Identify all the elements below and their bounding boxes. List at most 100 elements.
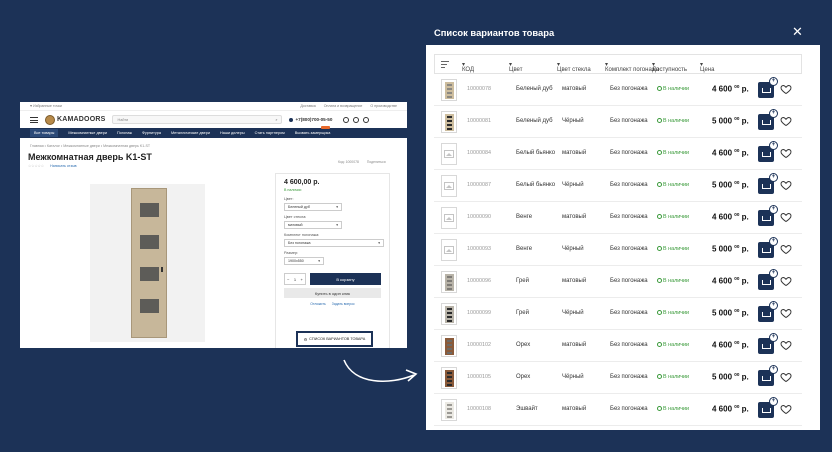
search-input[interactable]: Найти ⌕ <box>112 115 283 124</box>
column-price[interactable]: Цена ▾ <box>700 61 714 73</box>
kit-select[interactable]: Без погонажа ▾ <box>284 239 384 247</box>
heart-icon[interactable] <box>780 179 792 191</box>
chevron-down-icon: ▾ <box>336 205 338 209</box>
add-to-cart-icon[interactable] <box>758 173 778 194</box>
save-for-later-link[interactable]: Отложить <box>310 302 325 306</box>
add-to-cart-icon[interactable] <box>758 141 778 162</box>
one-click-buy-button[interactable]: Купить в один клик <box>284 288 381 298</box>
add-to-cart-button[interactable]: В корзину <box>310 273 381 285</box>
nav-partner[interactable]: Стать партнером <box>255 131 285 135</box>
variant-thumbnail[interactable] <box>441 303 457 325</box>
placeholder-image-icon <box>441 207 457 229</box>
heart-icon[interactable] <box>780 275 792 287</box>
add-to-cart-icon[interactable] <box>758 109 778 130</box>
column-code[interactable]: КОД ▾ <box>462 61 474 73</box>
glass-select[interactable]: матовый ▾ <box>284 221 342 229</box>
variant-glass: Чёрный <box>562 118 584 124</box>
heart-icon[interactable] <box>780 371 792 383</box>
heart-icon[interactable] <box>780 211 792 223</box>
heart-icon[interactable] <box>780 243 792 255</box>
column-glass[interactable]: Цвет стекла ▾ <box>557 61 591 73</box>
variant-color: Орех <box>516 374 531 380</box>
quantity-stepper[interactable]: −1 + <box>284 273 306 285</box>
variant-thumbnail[interactable] <box>441 79 457 101</box>
chevron-down-icon: ▾ <box>318 259 320 263</box>
close-icon[interactable]: ✕ <box>792 25 803 38</box>
heart-icon[interactable] <box>780 403 792 415</box>
heart-icon[interactable] <box>780 83 792 95</box>
nav-dealers[interactable]: Наши дилеры <box>220 131 245 135</box>
table-row: 10000099 Грей Чёрный Без погонажа В наличии 5… <box>434 298 802 330</box>
variant-code: 10000105 <box>467 374 491 380</box>
availability-badge: В наличии <box>657 118 689 124</box>
buy-box: 4 600,00 р. В наличии Цвет: Беленый дуб ▾… <box>275 173 390 348</box>
add-to-cart-icon[interactable] <box>758 365 778 386</box>
chevron-down-icon: ▾ <box>378 241 380 245</box>
variant-kit: Без погонажа <box>610 342 648 348</box>
nav-measurer[interactable]: Вызвать замерщика <box>295 131 331 135</box>
variant-kit: Без погонажа <box>610 246 648 252</box>
user-icon[interactable] <box>353 116 360 123</box>
door-image <box>131 188 167 338</box>
topbar-link-production[interactable]: О производстве <box>370 104 397 108</box>
add-to-cart-icon[interactable] <box>758 301 778 322</box>
phone-number[interactable]: +7(800)700-05-50 <box>289 117 332 122</box>
availability-badge: В наличии <box>657 182 689 188</box>
color-select[interactable]: Беленый дуб ▾ <box>284 203 342 211</box>
add-to-cart-icon[interactable] <box>758 205 778 226</box>
variant-thumbnail[interactable] <box>441 367 457 389</box>
add-to-cart-icon[interactable] <box>758 77 778 98</box>
table-row: 10000078 Беленый дуб матовый Без погонажа В … <box>434 74 802 106</box>
heart-icon[interactable] <box>780 147 792 159</box>
variant-color: Орех <box>516 342 531 348</box>
nav-metal-doors[interactable]: Металлические двери <box>171 131 210 135</box>
table-row: 10000084 Белый бьянко матовый Без погонажа В… <box>434 138 802 170</box>
add-to-cart-icon[interactable] <box>758 397 778 418</box>
product-code: Код: 1000078 <box>338 160 359 164</box>
variant-thumbnail[interactable] <box>441 335 457 357</box>
ask-question-link[interactable]: Задать вопрос <box>332 302 355 306</box>
column-kit[interactable]: Комплект погонажа ▾ <box>605 61 659 73</box>
variant-thumbnail[interactable] <box>441 271 457 293</box>
column-availability[interactable]: Доступность ▾ <box>652 61 687 73</box>
share-link[interactable]: Поделиться <box>367 160 386 164</box>
topbar-link-payment[interactable]: Оплата и возвращение <box>324 104 363 108</box>
chevron-down-icon: ▾ <box>336 223 338 227</box>
variant-color: Венге <box>516 214 533 220</box>
heart-icon[interactable] <box>780 307 792 319</box>
modal-title: Список вариантов товара <box>434 27 555 38</box>
add-to-cart-icon[interactable] <box>758 269 778 290</box>
nav-moulding[interactable]: Погонаж <box>117 131 132 135</box>
size-select[interactable]: 1900х550 ▾ <box>284 257 324 265</box>
variant-glass: матовый <box>562 86 587 92</box>
nav-interior-doors[interactable]: Межкомнатные двери <box>68 131 107 135</box>
column-color[interactable]: Цвет ▾ <box>509 61 522 73</box>
variant-price: 4 600 00 р. <box>712 212 749 222</box>
availability-badge: В наличии <box>657 310 689 316</box>
cart-icon[interactable] <box>363 116 370 123</box>
availability-badge: В наличии <box>657 342 689 348</box>
variant-thumbnail[interactable] <box>441 111 457 133</box>
write-review-link[interactable]: Написать отзыв <box>50 164 77 168</box>
variant-kit: Без погонажа <box>610 214 648 220</box>
heart-icon[interactable] <box>780 339 792 351</box>
variant-color: Беленый дуб <box>516 118 553 124</box>
add-to-cart-icon[interactable] <box>758 333 778 354</box>
heart-icon[interactable] <box>343 116 350 123</box>
sort-icon[interactable] <box>441 61 449 70</box>
menu-icon[interactable] <box>30 116 38 123</box>
site-logo[interactable]: KAMADOORS <box>45 114 105 125</box>
variant-kit: Без погонажа <box>610 118 648 124</box>
variant-price: 4 600 00 р. <box>712 340 749 350</box>
search-icon[interactable]: ⌕ <box>275 118 277 122</box>
variant-thumbnail[interactable] <box>441 399 457 421</box>
variant-glass: Чёрный <box>562 374 584 380</box>
add-to-cart-icon[interactable] <box>758 237 778 258</box>
nav-hardware[interactable]: Фурнитура <box>142 131 161 135</box>
heart-icon[interactable] <box>780 115 792 127</box>
option-label-glass: Цвет стекла: <box>284 215 307 219</box>
topbar-link-delivery[interactable]: Доставка <box>300 104 315 108</box>
favorites-link[interactable]: ♥ Избранные точки <box>30 104 62 108</box>
nav-all-products[interactable]: Все товары <box>30 129 59 137</box>
product-meta: Код: 1000078 Поделиться <box>338 160 386 164</box>
